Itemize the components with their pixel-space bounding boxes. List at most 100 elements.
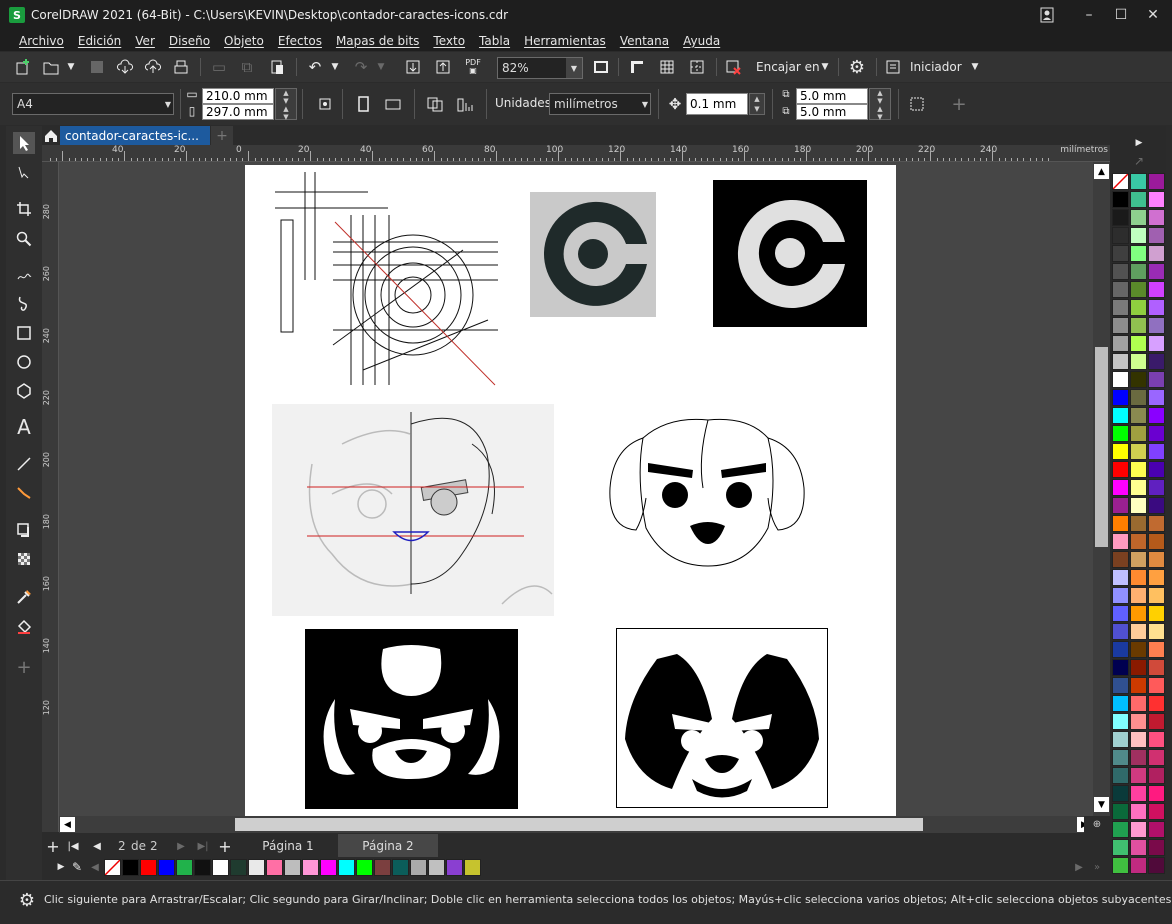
palette-swatch[interactable]	[1112, 461, 1129, 478]
eyedropper-tool-icon[interactable]	[13, 586, 35, 608]
fit-label[interactable]: Encajar en	[756, 60, 820, 74]
page-size-spinner[interactable]: ▲ ▼ ▲ ▼	[275, 88, 297, 121]
palette-swatch[interactable]	[1130, 659, 1147, 676]
add-tool-icon[interactable]: +	[13, 656, 35, 678]
undo-icon[interactable]: ↶	[304, 56, 326, 78]
copy-icon[interactable]: ⧉	[236, 56, 258, 78]
menu-item-6[interactable]: Mapas de bits	[336, 34, 419, 48]
palette-swatch[interactable]	[1148, 263, 1165, 280]
palette-swatch[interactable]	[1148, 461, 1165, 478]
palette-swatch[interactable]	[1148, 821, 1165, 838]
palette-swatch[interactable]	[1130, 641, 1147, 658]
add-page-after-icon[interactable]: +	[214, 835, 236, 857]
palette-swatch[interactable]	[1112, 389, 1129, 406]
palette-swatch[interactable]	[1112, 821, 1129, 838]
ellipse-tool-icon[interactable]	[13, 351, 35, 373]
duplicate-spinner[interactable]: ▲ ▼ ▲ ▼	[869, 88, 891, 121]
palette-swatch[interactable]	[1148, 569, 1165, 586]
doc-palette-swatch[interactable]	[374, 859, 391, 876]
dimension-tool-icon[interactable]	[13, 453, 35, 475]
minimize-button[interactable]: –	[1072, 0, 1106, 30]
pick-tool-icon[interactable]	[13, 132, 35, 154]
palette-swatch[interactable]	[1112, 641, 1129, 658]
open-dropdown-icon[interactable]: ▼	[60, 56, 82, 78]
palette-swatch[interactable]	[1112, 569, 1129, 586]
palette-swatch[interactable]	[1148, 335, 1165, 352]
landscape-icon[interactable]	[382, 93, 404, 115]
palette-swatch[interactable]	[1130, 515, 1147, 532]
palette-swatch[interactable]	[1130, 245, 1147, 262]
palette-swatch[interactable]	[1112, 551, 1129, 568]
nudge-field[interactable]: 0.1 mm	[686, 93, 748, 115]
doc-palette-swatch[interactable]	[122, 859, 139, 876]
new-document-icon[interactable]	[12, 56, 34, 78]
horizontal-scrollbar[interactable]: ◀ ▶	[59, 816, 1093, 833]
doc-palette-swatch[interactable]	[410, 859, 427, 876]
paste-icon[interactable]	[266, 56, 288, 78]
palette-swatch[interactable]	[1148, 317, 1165, 334]
account-icon[interactable]	[1030, 0, 1064, 30]
connector-tool-icon[interactable]	[13, 482, 35, 504]
palette-swatch[interactable]	[1148, 659, 1165, 676]
no-color-swatch[interactable]	[104, 859, 121, 876]
palette-swatch[interactable]	[1130, 533, 1147, 550]
horizontal-scroll-thumb[interactable]	[235, 818, 923, 831]
shape-tool-icon[interactable]	[13, 162, 35, 184]
reference-point-icon[interactable]	[314, 93, 336, 115]
transparency-tool-icon[interactable]	[13, 548, 35, 570]
doc-palette-swatch[interactable]	[194, 859, 211, 876]
document-tab[interactable]: contador-caractes-ic...	[60, 126, 210, 145]
vertical-scroll-thumb[interactable]	[1095, 347, 1108, 547]
palette-swatch[interactable]	[1130, 263, 1147, 280]
open-folder-icon[interactable]	[40, 56, 62, 78]
units-combo[interactable]: milímetros ▼	[549, 93, 651, 115]
palette-swatch[interactable]	[1130, 857, 1147, 874]
full-screen-icon[interactable]	[590, 56, 612, 78]
palette-swatch[interactable]	[1130, 605, 1147, 622]
horizontal-ruler[interactable]: 40 20 0 20 40 60 80 100 120 140 160 180 200 220 240 mil…	[42, 145, 1110, 162]
interactive-fill-icon[interactable]	[13, 616, 35, 638]
new-tab-icon[interactable]: +	[211, 126, 233, 145]
zoom-combo[interactable]: 82% ▼	[497, 57, 583, 79]
logo-black-artwork[interactable]	[713, 180, 867, 327]
palette-swatch[interactable]	[1148, 515, 1165, 532]
palette-no-color-swatch[interactable]	[1112, 173, 1129, 190]
palette-swatch[interactable]	[1148, 227, 1165, 244]
palette-swatch[interactable]	[1130, 281, 1147, 298]
palette-swatch[interactable]	[1148, 371, 1165, 388]
palette-swatch[interactable]	[1112, 371, 1129, 388]
launcher-dropdown-icon[interactable]: ▼	[964, 56, 986, 78]
vertical-ruler[interactable]: 280 260 240 220 200 180 160 140 120	[42, 162, 59, 832]
close-button[interactable]: ✕	[1136, 0, 1170, 30]
text-tool-icon[interactable]: A	[13, 415, 35, 439]
nudge-spinner[interactable]: ▲ ▼	[749, 93, 765, 115]
zoom-navigator-icon[interactable]: ⊕	[1084, 816, 1110, 833]
redo-dropdown-icon[interactable]: ▼	[370, 56, 392, 78]
palette-swatch[interactable]	[1148, 785, 1165, 802]
page-width-field[interactable]: 210.0 mm	[202, 88, 274, 104]
palette-swatch[interactable]	[1112, 245, 1129, 262]
palette-swatch[interactable]	[1112, 857, 1129, 874]
page-tab-2[interactable]: Página 2	[338, 834, 438, 857]
palette-swatch[interactable]	[1112, 587, 1129, 604]
palette-swatch[interactable]	[1112, 677, 1129, 694]
palette-swatch[interactable]	[1130, 839, 1147, 856]
palette-swatch[interactable]	[1112, 533, 1129, 550]
status-gear-icon[interactable]: ⚙	[16, 889, 38, 911]
palette-swatch[interactable]	[1130, 173, 1147, 190]
doc-palette-swatch[interactable]	[464, 859, 481, 876]
palette-swatch[interactable]	[1130, 821, 1147, 838]
snap-off-icon[interactable]	[722, 56, 744, 78]
artistic-media-icon[interactable]	[13, 292, 35, 314]
prev-page-icon[interactable]: ◀	[86, 835, 108, 857]
palette-swatch[interactable]	[1130, 227, 1147, 244]
palette-swatch[interactable]	[1130, 551, 1147, 568]
palette-scroll-left-icon[interactable]: ◀	[84, 856, 106, 878]
palette-swatch[interactable]	[1148, 623, 1165, 640]
palette-swatch[interactable]	[1130, 479, 1147, 496]
palette-swatch[interactable]	[1130, 425, 1147, 442]
doc-palette-swatch[interactable]	[320, 859, 337, 876]
palette-swatch[interactable]	[1148, 209, 1165, 226]
palette-expand-icon[interactable]: »	[1086, 856, 1108, 878]
palette-swatch[interactable]	[1130, 803, 1147, 820]
